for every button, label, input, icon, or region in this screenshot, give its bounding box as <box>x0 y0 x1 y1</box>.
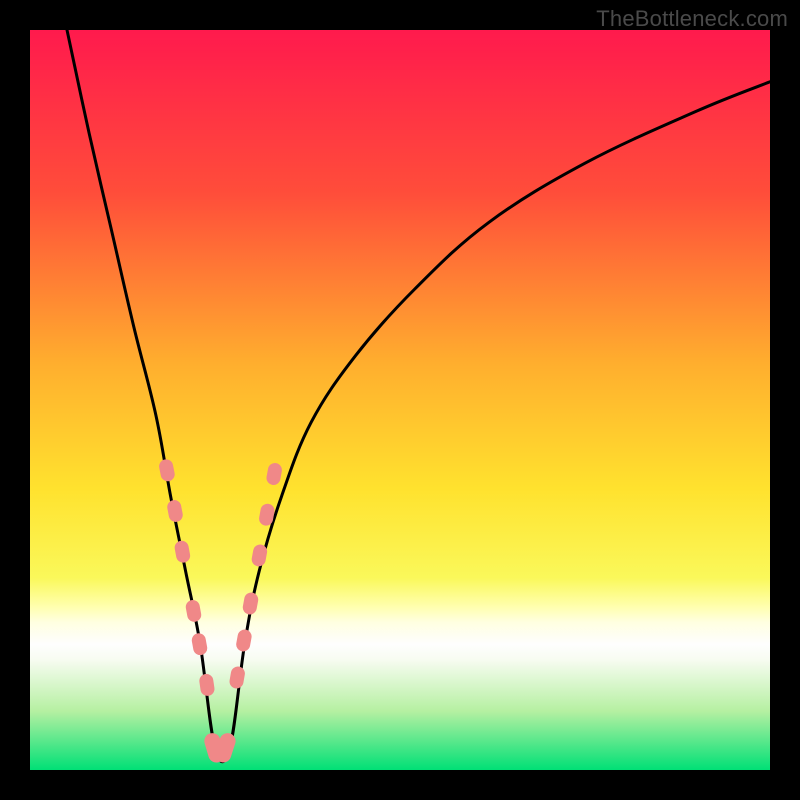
plot-area <box>30 30 770 770</box>
curve-marker <box>185 599 203 623</box>
curve-marker <box>174 540 192 564</box>
bottleneck-curve <box>67 30 770 762</box>
curve-marker <box>235 628 253 652</box>
curve-marker <box>228 665 246 689</box>
bottleneck-curve-svg <box>30 30 770 770</box>
marker-group <box>158 458 283 764</box>
curve-marker <box>242 591 260 615</box>
watermark-text: TheBottleneck.com <box>596 6 788 32</box>
curve-marker <box>265 462 283 486</box>
curve-marker <box>158 458 176 482</box>
curve-marker <box>166 499 184 523</box>
curve-marker <box>198 673 215 697</box>
curve-marker <box>191 632 209 656</box>
